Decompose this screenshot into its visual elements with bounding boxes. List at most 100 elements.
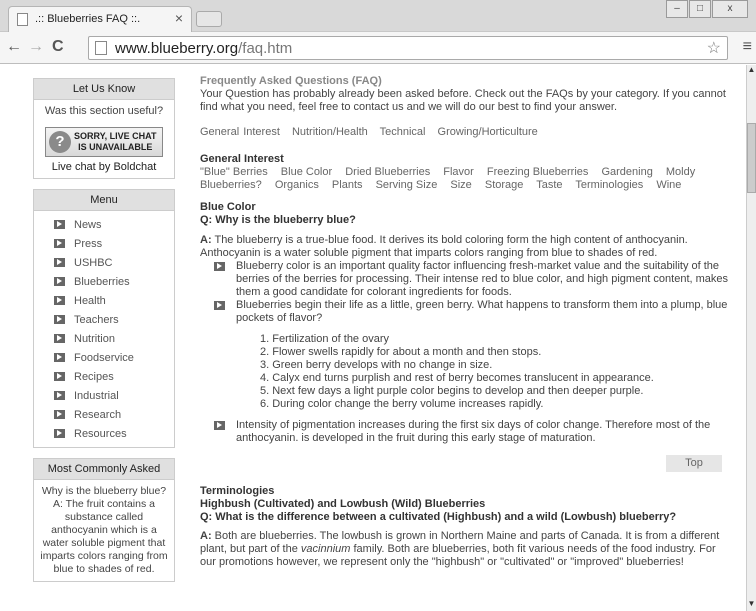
topic-links: General Interest Nutrition/Health Techni…	[200, 126, 728, 139]
menu-item-label: Press	[74, 237, 103, 250]
menu-icon[interactable]: ≡	[743, 38, 752, 56]
arrow-icon	[54, 239, 65, 248]
close-tab-icon[interactable]: ×	[175, 10, 183, 26]
arrow-icon	[54, 429, 65, 438]
page-icon	[17, 13, 28, 26]
window-controls: – □ x	[665, 0, 748, 20]
bullet-text: Blueberries begin their life as a little…	[236, 299, 728, 324]
faq-link[interactable]: Size	[450, 179, 471, 191]
most-asked-text[interactable]: Why is the blueberry blue? A: The fruit …	[34, 480, 174, 581]
arrow-icon	[54, 391, 65, 400]
arrow-icon	[54, 334, 65, 343]
faq-link[interactable]: Dried Blueberries	[345, 166, 430, 178]
menu-item-health[interactable]: Health	[54, 291, 174, 310]
let-us-know-box: Let Us Know Was this section useful? ? S…	[33, 78, 175, 179]
back-arrow-icon[interactable]: ←	[6, 38, 22, 56]
new-tab-button[interactable]	[196, 11, 222, 27]
maximize-button[interactable]: □	[689, 0, 711, 18]
arrow-icon	[214, 301, 225, 310]
faq-link[interactable]: Taste	[536, 179, 562, 191]
menu-item-label: Recipes	[74, 370, 114, 383]
faq-link[interactable]: Terminologies	[575, 179, 643, 191]
menu-item-label: Blueberries	[74, 275, 130, 288]
url-path: /faq.htm	[238, 40, 293, 57]
url-text[interactable]: www.blueberry.org/faq.htm	[115, 40, 292, 57]
let-us-know-title: Let Us Know	[34, 79, 174, 100]
top-button[interactable]: Top	[666, 455, 722, 472]
topic-link[interactable]: Nutrition/Health	[292, 126, 368, 138]
arrow-icon	[54, 258, 65, 267]
general-interest-links: "Blue" Berries Blue Color Dried Blueberr…	[200, 166, 728, 192]
question-text: Q: Why is the blueberry blue?	[200, 214, 356, 226]
menu-box: Menu News Press USHBC Blueberries Health…	[33, 189, 175, 448]
answer-italic: vacinnium	[300, 543, 351, 555]
scroll-up-icon[interactable]: ▲	[747, 65, 756, 77]
feedback-question[interactable]: Was this section useful?	[38, 105, 170, 117]
live-chat-credit[interactable]: Live chat by Boldchat	[38, 161, 170, 173]
topic-link[interactable]: General Interest	[200, 126, 280, 138]
step-item: 3. Green berry develops with no change i…	[260, 359, 493, 371]
answer-label: A:	[200, 234, 212, 246]
menu-item-news[interactable]: News	[54, 215, 174, 234]
menu-item-foodservice[interactable]: Foodservice	[54, 348, 174, 367]
bullet-item: Blueberry color is an important quality …	[214, 260, 728, 299]
live-chat-button[interactable]: ? SORRY, LIVE CHAT IS UNAVAILABLE	[45, 127, 163, 157]
menu-item-label: Industrial	[74, 389, 119, 402]
faq-link[interactable]: Freezing Blueberries	[487, 166, 589, 178]
faq-link[interactable]: Plants	[332, 179, 363, 191]
question-icon: ?	[49, 131, 71, 153]
bookmark-star-icon[interactable]: ☆	[707, 38, 721, 58]
menu-item-label: Research	[74, 408, 122, 421]
reload-icon[interactable]: C	[52, 38, 64, 56]
bullet-list: Intensity of pigmentation increases duri…	[214, 419, 728, 445]
forward-arrow-icon[interactable]: →	[28, 38, 44, 56]
numbered-steps: 1. Fertilization of the ovary 2. Flower …	[260, 333, 728, 411]
faq-link[interactable]: Organics	[275, 179, 319, 191]
arrow-icon	[214, 262, 225, 271]
menu-item-teachers[interactable]: Teachers	[54, 310, 174, 329]
menu-item-press[interactable]: Press	[54, 234, 174, 253]
arrow-icon	[54, 220, 65, 229]
menu-item-blueberries[interactable]: Blueberries	[54, 272, 174, 291]
menu-item-industrial[interactable]: Industrial	[54, 386, 174, 405]
blue-color-heading: Blue Color	[200, 201, 256, 213]
faq-link[interactable]: Blue Color	[281, 166, 332, 178]
arrow-icon	[54, 277, 65, 286]
menu-item-research[interactable]: Research	[54, 405, 174, 424]
arrow-icon	[54, 372, 65, 381]
arrow-icon	[54, 315, 65, 324]
address-bar[interactable]: www.blueberry.org/faq.htm ☆	[88, 36, 728, 60]
main-content: Frequently Asked Questions (FAQ) Your Qu…	[200, 75, 728, 569]
menu-item-label: Foodservice	[74, 351, 134, 364]
arrow-icon	[54, 353, 65, 362]
vertical-scrollbar[interactable]: ▲ ▼	[746, 65, 756, 611]
menu-list: News Press USHBC Blueberries Health Teac…	[34, 211, 174, 447]
arrow-icon	[54, 296, 65, 305]
subheading: Highbush (Cultivated) and Lowbush (Wild)…	[200, 498, 486, 510]
page-icon	[95, 41, 107, 55]
browser-toolbar: ← → C www.blueberry.org/faq.htm ☆ ≡	[0, 32, 756, 64]
topic-link[interactable]: Technical	[380, 126, 426, 138]
scroll-thumb[interactable]	[747, 123, 756, 193]
topic-link[interactable]: Growing/Horticulture	[438, 126, 538, 138]
faq-link[interactable]: Serving Size	[376, 179, 438, 191]
menu-item-label: News	[74, 218, 102, 231]
step-item: 2. Flower swells rapidly for about a mon…	[260, 346, 542, 358]
minimize-button[interactable]: –	[666, 0, 688, 18]
faq-link[interactable]: Wine	[656, 179, 681, 191]
menu-item-resources[interactable]: Resources	[54, 424, 174, 443]
close-window-button[interactable]: x	[712, 0, 748, 18]
faq-link[interactable]: Storage	[485, 179, 524, 191]
arrow-icon	[214, 421, 225, 430]
menu-item-ushbc[interactable]: USHBC	[54, 253, 174, 272]
title-bar: .:: Blueberries FAQ ::. × – □ x	[0, 0, 756, 32]
scroll-down-icon[interactable]: ▼	[747, 599, 756, 611]
answer-body: The blueberry is a true-blue food. It de…	[200, 234, 688, 259]
faq-link[interactable]: Gardening	[601, 166, 652, 178]
faq-link[interactable]: "Blue" Berries	[200, 166, 268, 178]
faq-link[interactable]: Flavor	[443, 166, 474, 178]
menu-item-recipes[interactable]: Recipes	[54, 367, 174, 386]
browser-tab[interactable]: .:: Blueberries FAQ ::. ×	[8, 6, 192, 32]
menu-item-nutrition[interactable]: Nutrition	[54, 329, 174, 348]
most-asked-box: Most Commonly Asked Why is the blueberry…	[33, 458, 175, 582]
